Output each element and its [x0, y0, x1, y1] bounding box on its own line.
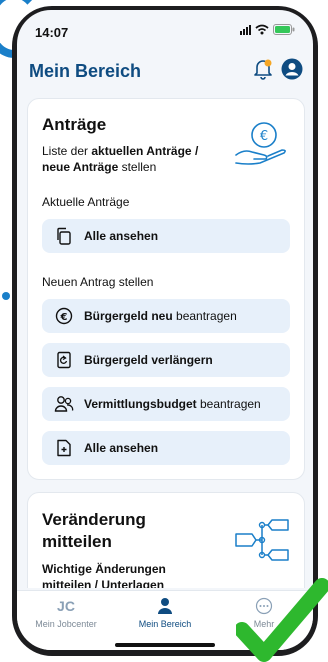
app-screen: 14:07 Mein Bereich Anträge Liste der akt… [17, 10, 313, 650]
vermittlungsbudget-label: Vermittlungsbudget beantragen [84, 397, 261, 411]
hand-euro-icon: € [235, 122, 286, 165]
tab-label-mein-bereich: Mein Bereich [138, 619, 192, 629]
euro-icon: € [54, 306, 74, 326]
jobcenter-logo-icon: JC [57, 598, 75, 614]
veraenderung-subtitle: Wichtige Änderungen mitteilen / Unterlage… [42, 562, 166, 588]
veraenderung-title: Veränderung mitteilen [42, 510, 146, 551]
buergergeld-verlaengern-button[interactable]: Bürgergeld verlängern [42, 343, 290, 377]
buergergeld-verlaengern-label: Bürgergeld verlängern [84, 353, 213, 367]
buergergeld-neu-button[interactable]: € Bürgergeld neu beantragen [42, 299, 290, 333]
antraege-title: Anträge [42, 115, 107, 134]
main-content[interactable]: Anträge Liste der aktuellen Anträge / ne… [17, 94, 313, 588]
new-view-all-button[interactable]: Alle ansehen [42, 431, 290, 465]
add-document-icon [54, 438, 74, 458]
page-title: Mein Bereich [29, 61, 142, 81]
buergergeld-neu-label: Bürgergeld neu beantragen [84, 309, 237, 323]
battery-icon [273, 24, 295, 35]
background-dot [2, 292, 10, 300]
home-indicator [115, 643, 215, 647]
app-header: Mein Bereich [17, 52, 313, 88]
status-bar: 14:07 [17, 10, 313, 48]
current-view-all-label: Alle ansehen [84, 229, 159, 243]
svg-text:€: € [260, 129, 268, 144]
renew-document-icon [54, 350, 74, 370]
status-icons [240, 24, 295, 35]
status-time: 14:07 [35, 25, 69, 40]
tab-label-mein-jobcenter: Mein Jobcenter [35, 619, 97, 629]
current-view-all-button[interactable]: Alle ansehen [42, 219, 290, 253]
signal-icon [240, 24, 251, 35]
antraege-card: Anträge Liste der aktuellen Anträge / ne… [27, 98, 305, 480]
antraege-subtitle: Liste der aktuellen Anträge / neue Anträ… [42, 144, 199, 174]
bell-icon[interactable] [253, 58, 273, 80]
tab-mein-bereich[interactable]: Mein Bereich [116, 595, 214, 629]
wifi-icon [255, 24, 269, 35]
checkmark-icon [236, 578, 328, 662]
copy-document-icon [54, 226, 74, 246]
flow-arrows-icon [235, 519, 289, 561]
new-request-label: Neuen Antrag stellen [42, 275, 154, 289]
vermittlungsbudget-button[interactable]: Vermittlungsbudget beantragen [42, 387, 290, 421]
veraenderung-card[interactable]: Veränderung mitteilen Wichtige Änderungen… [27, 492, 305, 588]
user-tab-icon [116, 595, 214, 617]
current-requests-label: Aktuelle Anträge [42, 195, 130, 209]
users-icon [54, 394, 74, 414]
tab-mein-jobcenter[interactable]: JC Mein Jobcenter [17, 595, 115, 629]
user-icon[interactable] [281, 58, 303, 80]
svg-text:€: € [60, 312, 68, 323]
new-view-all-label: Alle ansehen [84, 441, 159, 455]
